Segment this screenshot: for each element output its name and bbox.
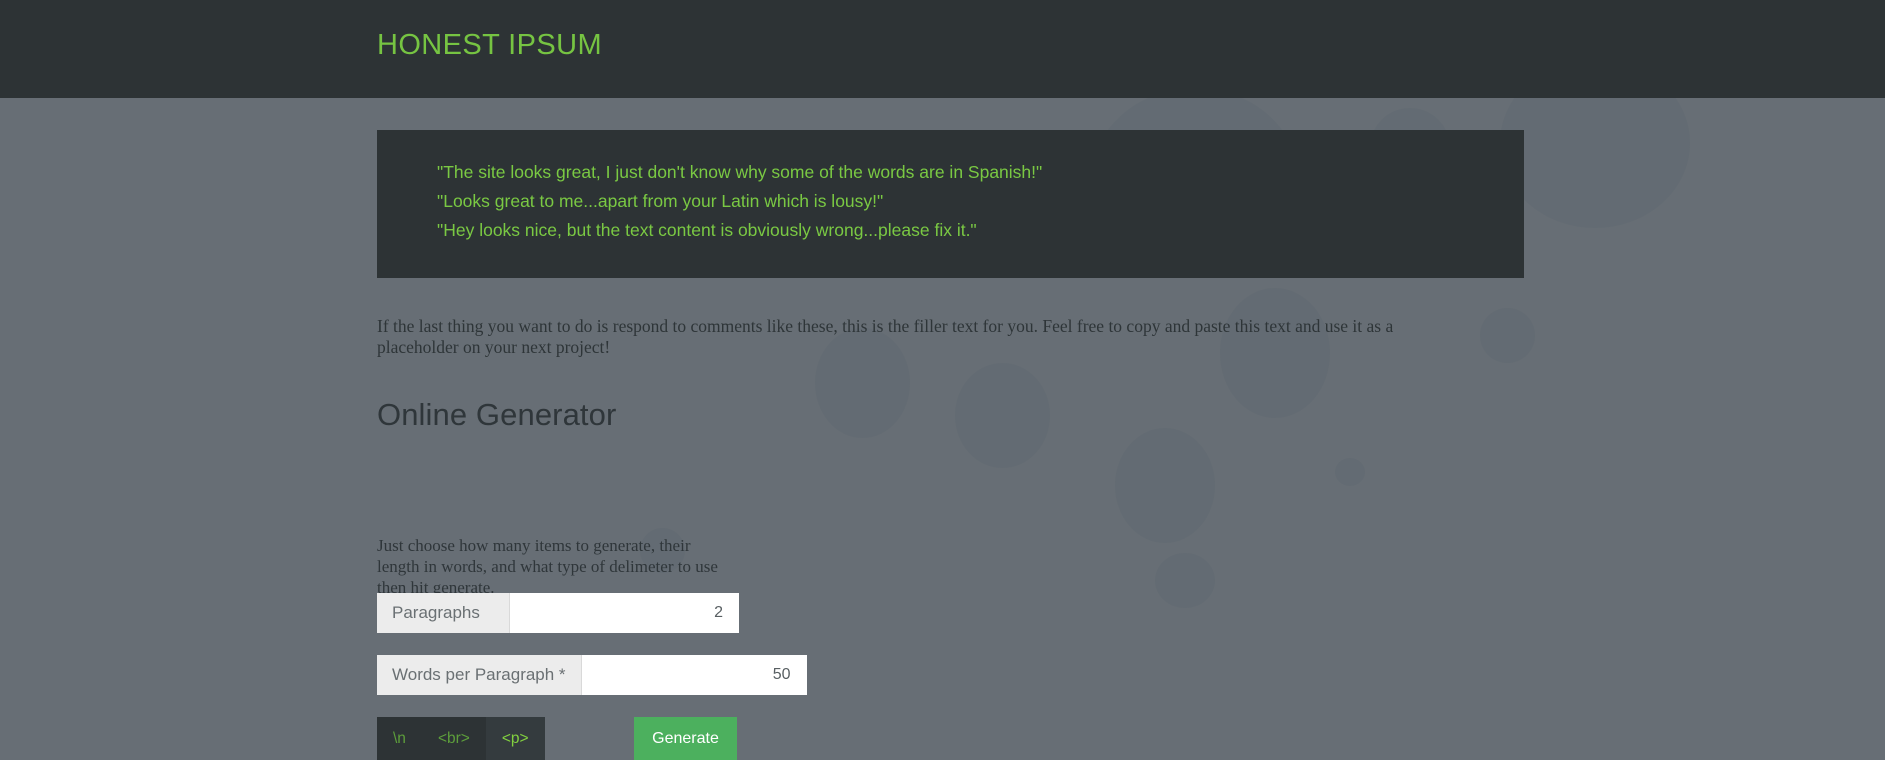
delimiter-option-newline[interactable]: \n [377,717,422,760]
site-header: HONEST IPSUM [0,0,1885,98]
generate-button[interactable]: Generate [634,717,737,760]
delimiter-toggle-group: \n <br> <p> [377,717,545,760]
words-per-paragraph-field-label: Words per Paragraph * [377,655,582,695]
intro-paragraph: If the last thing you want to do is resp… [377,315,1394,358]
site-title: HONEST IPSUM [377,29,603,61]
delimiter-option-p[interactable]: <p> [485,717,545,760]
page-title: Online Generator [377,396,617,432]
paragraphs-input[interactable] [510,593,739,633]
paragraphs-field-label: Paragraphs [377,593,510,633]
quote-line: "Hey looks nice, but the text content is… [437,220,977,240]
quote-line: "Looks great to me...apart from your Lat… [437,191,884,211]
generator-description: Just choose how many items to generate, … [377,536,718,597]
quote-line: "The site looks great, I just don't know… [437,162,1043,182]
testimonial-quote-panel: "The site looks great, I just don't know… [377,130,1524,278]
delimiter-option-br[interactable]: <br> [422,717,486,760]
words-per-paragraph-input[interactable] [581,655,807,695]
paragraphs-field-row: Paragraphs [377,593,739,633]
words-per-paragraph-field-row: Words per Paragraph * [377,655,807,695]
